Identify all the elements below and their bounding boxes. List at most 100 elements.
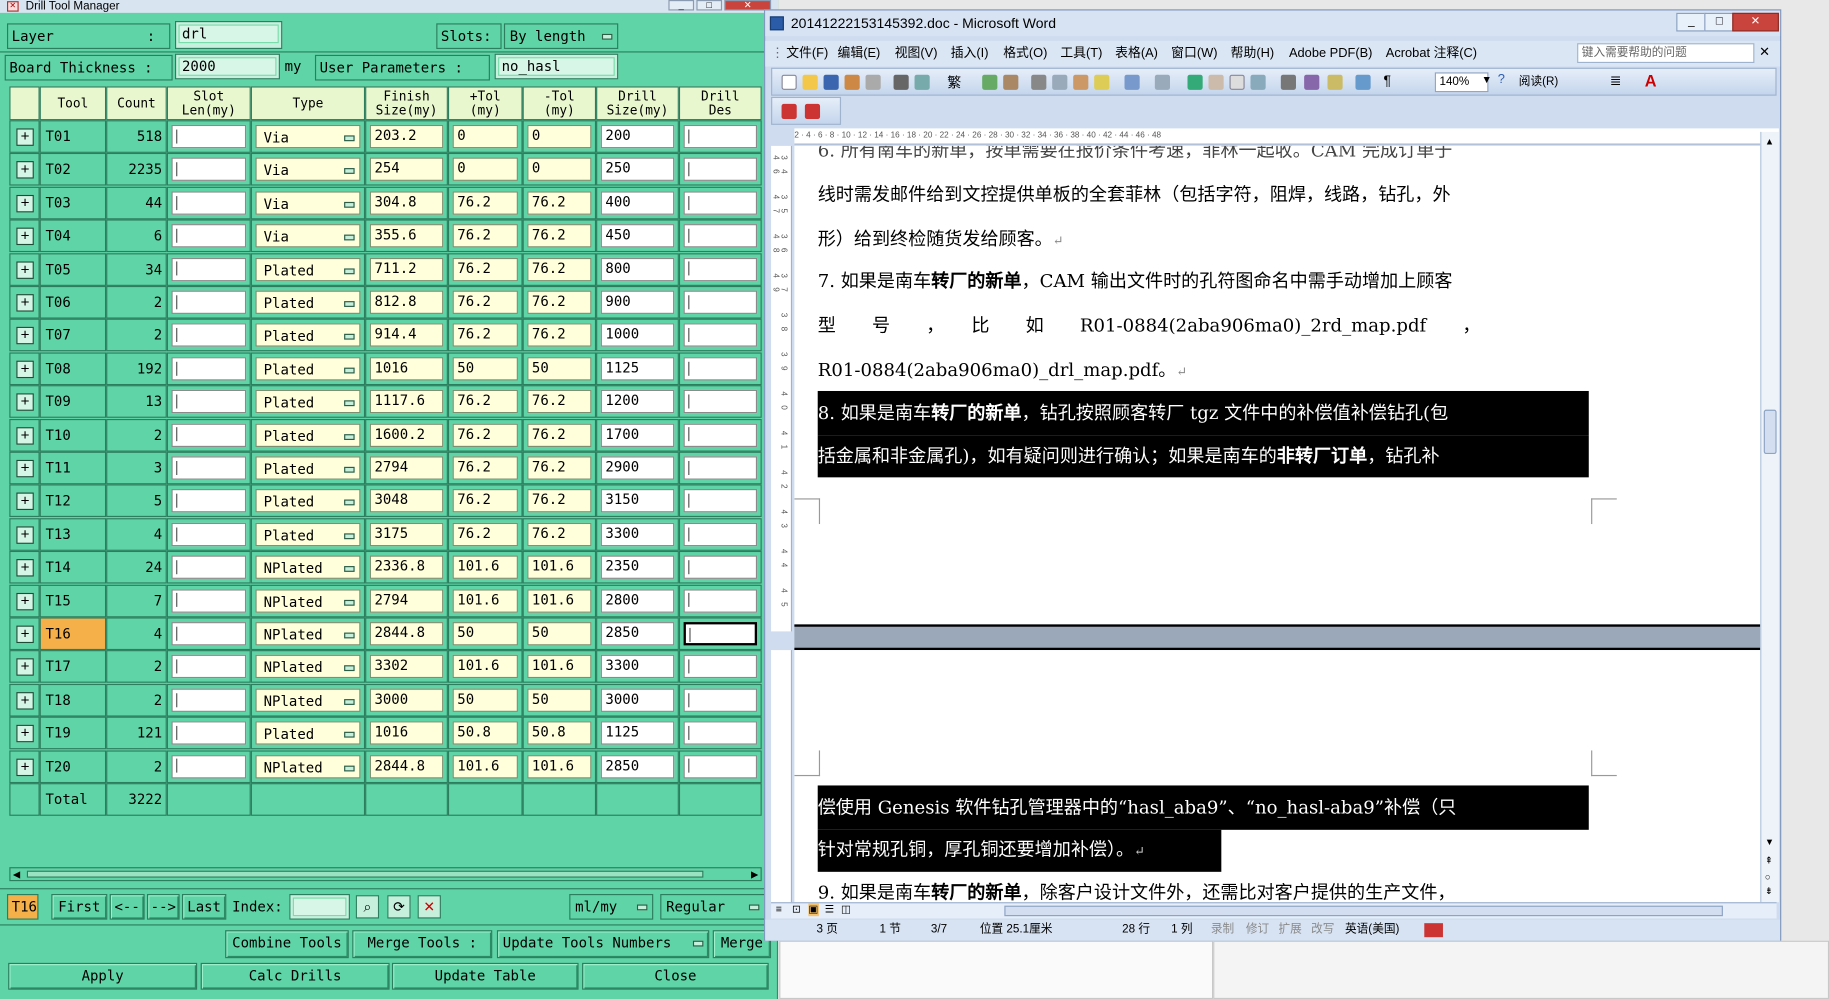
type-dropdown[interactable]: NPlated — [255, 655, 361, 679]
expand-plus-icon[interactable]: + — [16, 492, 34, 511]
table-row[interactable]: + T16 4 NPlated 2844.8 50 50 2850 — [9, 617, 762, 651]
slot-len-input[interactable] — [171, 224, 247, 248]
drill-des-input[interactable] — [683, 257, 758, 281]
expand-plus-icon[interactable]: + — [16, 526, 34, 544]
plus-tol-input[interactable]: 76.2 — [452, 489, 518, 513]
expand-plus-icon[interactable]: + — [16, 592, 34, 610]
finish-size-input[interactable]: 355.6 — [369, 224, 444, 248]
traditional-chinese-icon[interactable]: 繁 — [947, 72, 961, 92]
drill-des-input[interactable] — [683, 124, 758, 149]
board-thickness-field[interactable]: 2000 — [174, 53, 280, 80]
drill-des-input[interactable] — [683, 522, 758, 546]
scroll-down-icon[interactable]: ▼ — [1765, 837, 1774, 848]
font-color-icon[interactable]: A — [1645, 71, 1657, 90]
mode-dropdown[interactable]: Regular — [660, 893, 766, 920]
type-dropdown[interactable]: NPlated — [255, 588, 361, 613]
drawing-icon[interactable] — [1304, 74, 1320, 90]
maximize-button[interactable]: □ — [1704, 12, 1735, 32]
new-doc-icon[interactable] — [781, 74, 797, 90]
expand-plus-icon[interactable]: + — [16, 559, 34, 577]
table-row[interactable]: + T09 13 Plated 1117.6 76.2 76.2 1200 — [9, 385, 762, 419]
table-row[interactable]: + T20 2 NPlated 2844.8 101.6 101.6 2850 — [9, 749, 762, 783]
help-icon[interactable]: ? — [1498, 72, 1505, 86]
horizontal-scrollbar[interactable]: ≡ ⊡ ▣ ☰ ◫ — [771, 902, 1777, 919]
finish-size-input[interactable]: 1016 — [369, 356, 444, 381]
minus-tol-input[interactable]: 76.2 — [527, 423, 592, 447]
drill-size-input[interactable]: 2850 — [600, 754, 675, 778]
expand-plus-icon[interactable]: + — [16, 724, 34, 743]
expand-plus-icon[interactable]: + — [16, 161, 34, 180]
table-row[interactable]: + T05 34 Plated 711.2 76.2 76.2 800 — [9, 252, 762, 286]
minus-tol-input[interactable]: 76.2 — [527, 191, 592, 215]
reading-view-icon[interactable]: ◫ — [841, 903, 851, 916]
expand-plus-icon[interactable]: + — [16, 459, 34, 478]
drill-des-input[interactable] — [683, 754, 758, 778]
tool-cell[interactable]: T09 — [39, 385, 107, 419]
convert-to-pdf-icon[interactable] — [781, 103, 797, 120]
drill-size-input[interactable]: 250 — [600, 158, 675, 182]
tables-borders-icon[interactable] — [1208, 74, 1224, 90]
table-row[interactable]: + T08 192 Plated 1016 50 50 1125 — [9, 352, 762, 385]
finish-size-input[interactable]: 254 — [369, 158, 444, 182]
status-track-changes[interactable]: 修订 — [1246, 920, 1269, 941]
tool-cell[interactable]: T04 — [39, 219, 107, 253]
type-dropdown[interactable]: Plated — [255, 323, 361, 348]
merge-tools-button[interactable]: Merge Tools : — [352, 930, 493, 959]
print-icon[interactable] — [893, 74, 909, 90]
delete-icon[interactable]: ✕ — [417, 895, 441, 919]
copy-icon[interactable] — [1052, 74, 1068, 90]
undo-icon[interactable] — [1124, 74, 1140, 90]
finish-size-input[interactable]: 304.8 — [369, 191, 444, 215]
minus-tol-input[interactable]: 76.2 — [527, 290, 592, 314]
cut-icon[interactable] — [1031, 74, 1047, 90]
type-dropdown[interactable]: Plated — [255, 456, 361, 480]
scroll-thumb[interactable] — [1763, 409, 1777, 455]
plus-tol-input[interactable]: 76.2 — [452, 290, 518, 314]
type-dropdown[interactable]: Via — [255, 158, 361, 182]
drill-des-input[interactable] — [683, 356, 758, 381]
plus-tol-input[interactable]: 76.2 — [452, 522, 518, 546]
drill-des-input[interactable] — [683, 655, 758, 679]
scroll-left-icon[interactable]: ◀ — [13, 869, 20, 880]
type-dropdown[interactable]: NPlated — [255, 688, 361, 712]
table-row[interactable]: + T19 121 Plated 1016 50.8 50.8 1125 — [9, 716, 762, 750]
update-table-button[interactable]: Update Table — [391, 962, 579, 990]
expand-plus-icon[interactable]: + — [16, 691, 34, 710]
research-icon[interactable] — [1003, 74, 1019, 90]
apply-button[interactable]: Apply — [8, 962, 198, 990]
finish-size-input[interactable]: 3175 — [369, 522, 444, 546]
horizontal-scrollbar[interactable]: ◀ ▶ — [9, 867, 762, 882]
update-tools-numbers-dropdown[interactable]: Update Tools Numbers — [496, 930, 710, 959]
tool-cell[interactable]: T13 — [39, 517, 107, 551]
scroll-up-icon[interactable]: ▲ — [1765, 137, 1774, 148]
minimize-button[interactable]: _ — [1676, 12, 1707, 32]
show-hide-icon[interactable] — [1355, 74, 1371, 90]
plus-tol-input[interactable]: 50 — [452, 688, 518, 712]
insert-excel-icon[interactable] — [1250, 74, 1266, 90]
drill-size-input[interactable]: 3150 — [600, 489, 675, 513]
plus-tol-input[interactable]: 50.8 — [452, 721, 518, 745]
spelling-icon[interactable] — [982, 74, 998, 90]
document-page-2[interactable]: 偿使用 Genesis 软件钻孔管理器中的“hasl_aba9”、“no_has… — [794, 650, 1761, 903]
type-dropdown[interactable]: NPlated — [255, 622, 361, 646]
drill-size-input[interactable]: 2350 — [600, 555, 675, 580]
tool-cell[interactable]: T12 — [39, 484, 107, 518]
finish-size-input[interactable]: 203.2 — [369, 124, 444, 149]
type-dropdown[interactable]: Plated — [255, 390, 361, 414]
pdf-email-icon[interactable] — [804, 103, 821, 120]
drill-des-input[interactable] — [683, 688, 758, 712]
minus-tol-input[interactable]: 0 — [527, 124, 592, 149]
tool-cell[interactable]: T11 — [39, 451, 107, 485]
finish-size-input[interactable]: 3048 — [369, 489, 444, 513]
expand-plus-icon[interactable]: + — [16, 294, 34, 312]
table-row[interactable]: + T18 2 NPlated 3000 50 50 3000 — [9, 683, 762, 717]
finish-size-input[interactable]: 1117.6 — [369, 390, 444, 414]
menu-insert[interactable]: 插入(I) — [951, 41, 989, 67]
table-row[interactable]: + T17 2 NPlated 3302 101.6 101.6 3300 — [9, 650, 762, 684]
expand-plus-icon[interactable]: + — [16, 128, 34, 146]
tool-cell[interactable]: T16 — [39, 617, 107, 651]
slot-len-input[interactable] — [171, 622, 247, 646]
slot-len-input[interactable] — [171, 390, 247, 414]
expand-plus-icon[interactable]: + — [16, 758, 34, 776]
drill-size-input[interactable]: 3000 — [600, 688, 675, 712]
